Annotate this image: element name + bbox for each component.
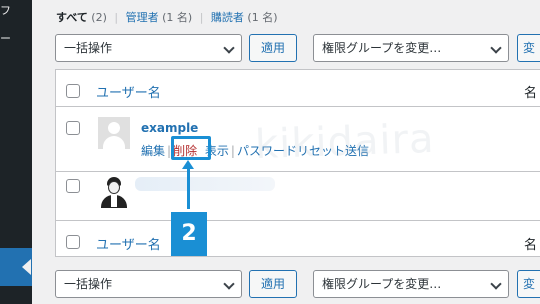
bulk-action-select[interactable]: 一括操作 xyxy=(55,34,242,62)
bulk-action-value: 一括操作 xyxy=(64,41,113,55)
active-menu-arrow-icon xyxy=(22,259,31,275)
user-avatar-icon xyxy=(98,176,130,208)
divider xyxy=(56,106,540,107)
bulk-action-select-bottom[interactable]: 一括操作 xyxy=(55,270,242,298)
apply-button[interactable]: 適用 xyxy=(249,34,297,62)
chevron-down-icon xyxy=(223,42,235,54)
change-role-button-bottom[interactable]: 変 xyxy=(517,270,540,298)
chevron-down-icon xyxy=(490,42,502,54)
step-badge: 2 xyxy=(171,212,207,256)
change-role-select-bottom[interactable]: 権限グループを変更… xyxy=(313,270,509,298)
separator: | xyxy=(114,11,119,24)
column-footer-name[interactable]: 名 xyxy=(524,234,537,253)
username-link[interactable]: example xyxy=(141,121,198,135)
column-footer-username[interactable]: ユーザー名 xyxy=(96,234,161,253)
apply-button-bottom[interactable]: 適用 xyxy=(249,270,297,298)
filter-admin-count: (1 名) xyxy=(162,11,193,24)
annotation-line xyxy=(187,167,190,209)
divider xyxy=(56,220,540,221)
sidebar-item-fragment[interactable]: フ xyxy=(0,2,11,18)
bulk-action-value: 一括操作 xyxy=(64,277,113,291)
chevron-down-icon xyxy=(490,278,502,290)
change-role-value: 権限グループを変更… xyxy=(322,277,442,291)
select-all-checkbox[interactable] xyxy=(66,84,80,98)
filter-all-label[interactable]: すべて xyxy=(56,11,88,24)
filter-all-count: (2) xyxy=(91,11,107,24)
chevron-down-icon xyxy=(223,278,235,290)
sidebar-item-fragment[interactable]: ー xyxy=(0,30,11,46)
row-checkbox[interactable] xyxy=(66,121,80,135)
edit-link[interactable]: 編集 xyxy=(141,144,165,158)
filter-admin-link[interactable]: 管理者 xyxy=(126,11,159,24)
column-header-username[interactable]: ユーザー名 xyxy=(96,82,161,101)
user-role-filter: すべて (2) | 管理者 (1 名) | 購読者 (1 名) xyxy=(56,9,277,25)
filter-subscriber-link[interactable]: 購読者 xyxy=(211,11,244,24)
delete-highlight-box xyxy=(171,136,211,160)
column-header-name[interactable]: 名 xyxy=(524,82,537,101)
avatar-icon xyxy=(98,117,130,149)
separator: | xyxy=(199,11,204,24)
change-role-button[interactable]: 変 xyxy=(517,34,540,62)
watermark-text: kikidaira xyxy=(254,115,436,169)
select-all-footer-checkbox[interactable] xyxy=(66,235,80,249)
admin-sidebar: フ ー xyxy=(0,0,32,304)
divider xyxy=(56,171,540,172)
blurred-username xyxy=(135,177,275,191)
row-checkbox[interactable] xyxy=(66,179,80,193)
change-role-select[interactable]: 権限グループを変更… xyxy=(313,34,509,62)
change-role-value: 権限グループを変更… xyxy=(322,41,442,55)
filter-subscriber-count: (1 名) xyxy=(247,11,278,24)
